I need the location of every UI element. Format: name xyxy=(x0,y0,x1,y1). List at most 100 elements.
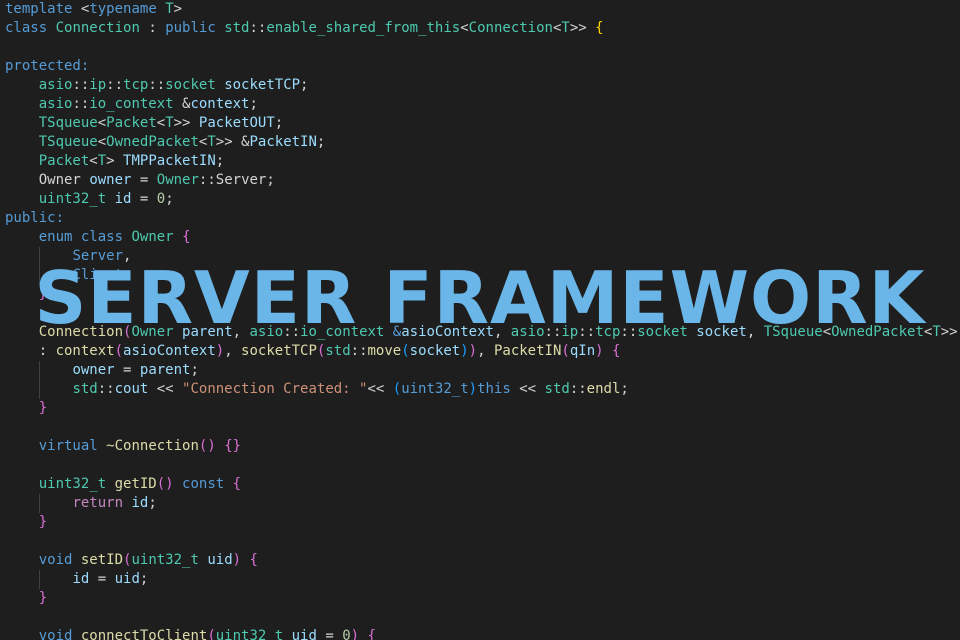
code-token: enum xyxy=(38,229,73,245)
code-token: return xyxy=(72,495,124,511)
indent-guide xyxy=(39,570,40,589)
code-token: , xyxy=(477,343,494,359)
code-line[interactable]: uint32_t id = 0; xyxy=(5,190,960,209)
code-token: uint32_t xyxy=(38,191,107,207)
code-line[interactable]: Client xyxy=(5,266,960,285)
code-line[interactable]: Server, xyxy=(5,247,960,266)
code-line[interactable]: enum class Owner { xyxy=(5,228,960,247)
code-line[interactable]: }; xyxy=(5,285,960,304)
code-token: id xyxy=(131,495,149,511)
code-token: >> xyxy=(940,324,958,340)
code-token: setID xyxy=(80,552,124,568)
code-line[interactable]: return id; xyxy=(5,494,960,513)
code-token: ( xyxy=(401,343,410,359)
code-token: ( xyxy=(114,343,124,359)
code-token: , xyxy=(224,343,242,359)
code-line[interactable]: std::cout << "Connection Created: "<< (u… xyxy=(5,380,960,399)
code-editor[interactable]: template <typename T> class Connection : … xyxy=(0,0,960,640)
code-token: < xyxy=(822,324,832,340)
code-token: < xyxy=(97,115,107,131)
code-token: owner xyxy=(89,172,132,188)
code-token: asioContext xyxy=(401,324,494,340)
code-line[interactable]: Packet<T> TMPPacketIN; xyxy=(5,152,960,171)
code-line[interactable]: asio::ip::tcp::socket socketTCP; xyxy=(5,76,960,95)
code-line[interactable]: public: xyxy=(5,209,960,228)
code-line[interactable]: Owner owner = Owner::Server; xyxy=(5,171,960,190)
code-token: std xyxy=(325,343,351,359)
code-token: Owner xyxy=(156,172,199,188)
code-token: ( xyxy=(561,343,570,359)
code-token: = xyxy=(316,628,343,640)
code-line[interactable] xyxy=(5,456,960,475)
code-token: ) xyxy=(468,343,478,359)
code-line[interactable]: uint32_t getID() const { xyxy=(5,475,960,494)
code-token: public: xyxy=(5,210,65,226)
code-line[interactable]: template <typename T> xyxy=(5,0,960,19)
code-line[interactable]: void setID(uint32_t uid) { xyxy=(5,551,960,570)
code-line[interactable] xyxy=(5,418,960,437)
code-token: () xyxy=(156,476,174,492)
code-token: void xyxy=(38,628,73,640)
code-token: uid xyxy=(114,571,140,587)
indent-guide xyxy=(39,266,40,285)
code-token: , xyxy=(232,324,250,340)
code-token: ip xyxy=(89,77,107,93)
code-token: T xyxy=(561,20,570,36)
code-token: > xyxy=(106,153,124,169)
code-line[interactable]: } xyxy=(5,589,960,608)
code-token: getID xyxy=(114,476,157,492)
code-token: Owner xyxy=(38,172,81,188)
code-token: >> xyxy=(173,115,199,131)
code-line[interactable]: void connectToClient(uint32_t uid = 0) { xyxy=(5,627,960,640)
code-token: = xyxy=(131,172,157,188)
code-token: asioContext xyxy=(123,343,216,359)
code-token: , xyxy=(746,324,764,340)
code-line[interactable]: Connection(Owner parent, asio::io_contex… xyxy=(5,323,960,342)
code-line[interactable]: TSqueue<OwnedPacket<T>> &PacketIN; xyxy=(5,133,960,152)
code-token: qIn xyxy=(569,343,596,359)
indent-guide xyxy=(39,247,40,266)
code-line[interactable]: asio::io_context &context; xyxy=(5,95,960,114)
code-token: < xyxy=(97,134,107,150)
code-line[interactable]: owner = parent; xyxy=(5,361,960,380)
code-token: ; xyxy=(620,381,629,397)
code-line[interactable]: TSqueue<Packet<T>> PacketOUT; xyxy=(5,114,960,133)
code-area[interactable]: template <typename T> class Connection : … xyxy=(5,0,960,640)
code-line[interactable] xyxy=(5,608,960,627)
code-token: std xyxy=(224,20,250,36)
code-line[interactable]: protected: xyxy=(5,57,960,76)
code-token: PacketOUT xyxy=(198,115,275,131)
code-token: << xyxy=(510,381,545,397)
code-line[interactable]: } xyxy=(5,513,960,532)
code-token: :: xyxy=(350,343,368,359)
code-line[interactable]: : context(asioContext), socketTCP(std::m… xyxy=(5,342,960,361)
code-token: ; xyxy=(190,362,199,378)
code-line[interactable]: virtual ~Connection() {} xyxy=(5,437,960,456)
code-line[interactable]: } xyxy=(5,399,960,418)
code-line[interactable]: id = uid; xyxy=(5,570,960,589)
code-token: uid xyxy=(291,628,317,640)
code-token: asio xyxy=(38,77,73,93)
code-line[interactable]: class Connection : public std::enable_sh… xyxy=(5,19,960,38)
code-line[interactable] xyxy=(5,532,960,551)
code-token: : xyxy=(139,20,166,36)
code-token: Owner xyxy=(131,324,174,340)
code-token: ip xyxy=(561,324,579,340)
code-line[interactable] xyxy=(5,304,960,323)
code-line[interactable] xyxy=(5,38,960,57)
code-token: ; xyxy=(249,96,258,112)
code-token: context xyxy=(55,343,115,359)
code-token: { xyxy=(612,343,621,359)
code-token: ( xyxy=(207,628,216,640)
